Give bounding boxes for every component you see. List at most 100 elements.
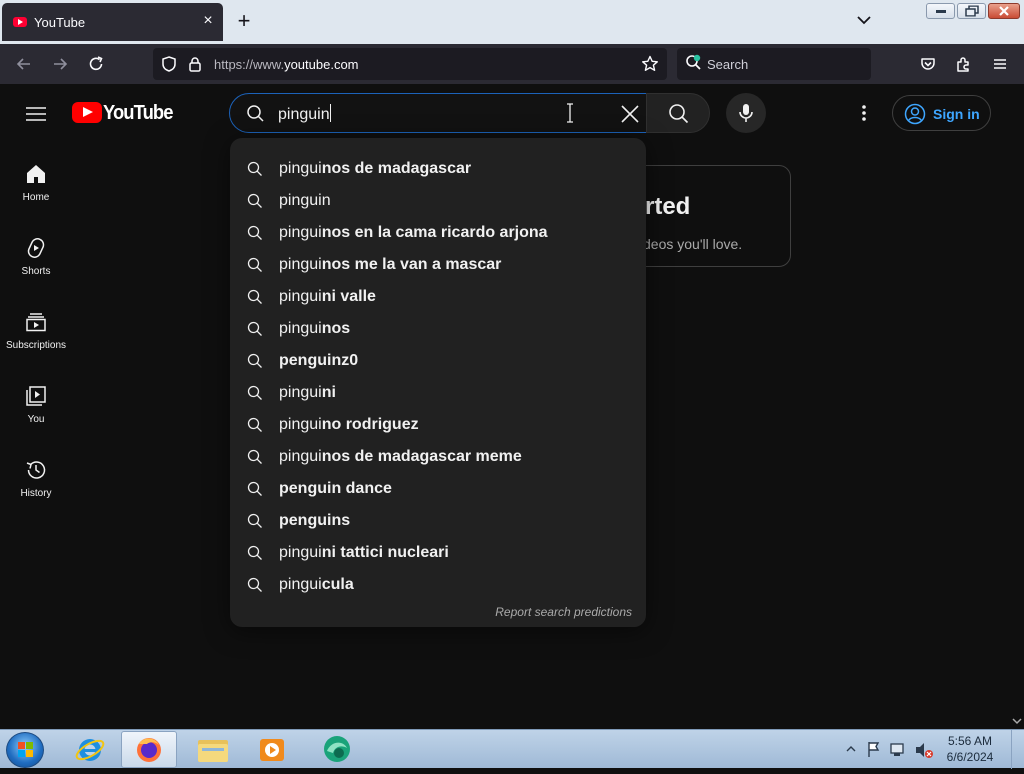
you-icon — [26, 386, 46, 406]
search-suggestion-item[interactable]: pinguini valle — [230, 281, 646, 313]
microphone-icon — [739, 104, 753, 122]
search-suggestion-item[interactable]: pinguini — [230, 377, 646, 409]
home-icon — [27, 165, 45, 183]
youtube-favicon-icon — [13, 17, 27, 27]
reload-icon[interactable] — [86, 54, 106, 74]
suggestion-text: pinguinos me la van a mascar — [279, 256, 502, 273]
window-restore-button[interactable] — [957, 3, 986, 19]
nav-item-history[interactable]: History — [0, 458, 72, 532]
search-suggestion-item[interactable]: pinguin — [230, 185, 646, 217]
suggestion-text: pinguinos de madagascar meme — [279, 448, 522, 465]
search-engine-icon — [684, 53, 704, 73]
nav-item-you[interactable]: You — [0, 384, 72, 458]
search-suggestions-dropdown: pinguinos de madagascar pinguin pinguinos … — [230, 138, 646, 627]
media-player-icon — [260, 739, 284, 761]
start-button[interactable] — [6, 732, 44, 768]
pocket-icon[interactable] — [918, 54, 938, 74]
window-close-button[interactable] — [988, 3, 1020, 19]
suggestion-text: pinguino rodriguez — [279, 416, 419, 433]
search-suggestion-item[interactable]: penguinz0 — [230, 345, 646, 377]
suggestion-text: penguins — [279, 512, 351, 529]
window-minimize-button[interactable] — [926, 3, 955, 19]
firefox-icon — [137, 738, 161, 762]
suggestion-text: pinguin — [279, 192, 331, 209]
search-icon — [669, 104, 689, 124]
search-suggestion-item[interactable]: pinguinos de madagascar meme — [230, 441, 646, 473]
search-icon — [247, 417, 262, 432]
clock-date: 6/6/2024 — [946, 750, 994, 764]
nav-label: You — [27, 414, 45, 425]
search-icon — [247, 289, 262, 304]
search-icon — [247, 193, 262, 208]
taskbar-clock[interactable]: 5:56 AM 6/6/2024 — [937, 733, 1003, 765]
nav-label: Subscriptions — [5, 340, 67, 351]
browser-tab-strip: YouTube × + — [0, 0, 1024, 44]
search-icon — [247, 161, 262, 176]
search-query-text: pinguin — [278, 104, 331, 123]
web-search-field[interactable]: Search — [677, 48, 871, 80]
search-input[interactable]: pinguin — [229, 93, 647, 133]
account-icon — [904, 103, 926, 125]
scrollbar-down-arrow[interactable] — [1010, 714, 1024, 728]
tab-close-icon[interactable]: × — [199, 12, 217, 30]
app-menu-icon[interactable] — [990, 54, 1010, 74]
web-search-placeholder: Search — [707, 57, 749, 72]
taskbar-media-player[interactable] — [245, 731, 301, 768]
search-suggestion-item[interactable]: pinguicula — [230, 569, 646, 601]
search-suggestion-item[interactable]: penguins — [230, 505, 646, 537]
settings-more-icon[interactable] — [852, 101, 876, 125]
nav-label: Home — [22, 192, 50, 203]
taskbar-firefox[interactable] — [121, 731, 177, 768]
tab-title: YouTube — [34, 15, 86, 30]
tracking-shield-icon[interactable] — [159, 54, 179, 74]
back-arrow-icon[interactable] — [14, 54, 34, 74]
suggestion-text: pinguinos en la cama ricardo arjona — [279, 224, 548, 241]
nav-label: History — [20, 488, 52, 499]
card-text: deos you'll love. — [643, 236, 743, 252]
search-suggestion-item[interactable]: penguin dance — [230, 473, 646, 505]
youtube-page: YouTube pinguin Sign in Home Shorts Subs… — [0, 84, 1024, 729]
search-icon — [247, 577, 262, 592]
list-all-tabs-chevron-icon[interactable] — [855, 11, 873, 29]
search-suggestion-item[interactable]: pinguinos en la cama ricardo arjona — [230, 217, 646, 249]
padlock-icon[interactable] — [185, 54, 205, 74]
search-button[interactable] — [646, 93, 710, 133]
browser-toolbar: https://www.youtube.com Search — [0, 44, 1024, 84]
nav-item-home[interactable]: Home — [0, 162, 72, 236]
search-suggestion-item[interactable]: pinguinos de madagascar — [230, 153, 646, 185]
suggestion-text: pinguicula — [279, 576, 354, 593]
clear-search-icon[interactable] — [618, 102, 642, 126]
address-bar[interactable]: https://www.youtube.com — [153, 48, 667, 80]
search-suggestion-item[interactable]: pinguini tattici nucleari — [230, 537, 646, 569]
sign-in-button[interactable]: Sign in — [892, 95, 991, 131]
search-icon — [247, 545, 262, 560]
forward-arrow-icon[interactable] — [50, 54, 70, 74]
search-suggestion-item[interactable]: pinguinos — [230, 313, 646, 345]
taskbar-internet-explorer[interactable] — [62, 731, 118, 768]
internet-explorer-icon — [75, 739, 105, 761]
search-suggestion-item[interactable]: pinguino rodriguez — [230, 409, 646, 441]
search-icon — [247, 321, 262, 336]
bookmark-star-icon[interactable] — [640, 54, 660, 74]
voice-search-button[interactable] — [726, 93, 766, 133]
browser-app-icon — [324, 736, 350, 762]
subscriptions-icon — [26, 313, 46, 332]
file-explorer-icon — [198, 740, 228, 762]
windows-taskbar: 5:56 AM 6/6/2024 — [0, 729, 1024, 769]
taskbar-browser-app[interactable] — [309, 731, 365, 768]
new-tab-button[interactable]: + — [233, 10, 255, 32]
search-icon — [247, 225, 262, 240]
search-icon — [247, 257, 262, 272]
url-text: https://www.youtube.com — [214, 57, 359, 72]
browser-tab[interactable]: YouTube × — [2, 3, 223, 41]
report-search-predictions-link[interactable]: Report search predictions — [495, 605, 632, 619]
taskbar-file-explorer[interactable] — [185, 731, 241, 768]
suggestion-text: pinguini — [279, 384, 336, 401]
extensions-icon[interactable] — [954, 54, 974, 74]
show-desktop-button[interactable] — [1011, 730, 1024, 769]
guide-menu-icon[interactable] — [22, 100, 50, 128]
search-suggestion-item[interactable]: pinguinos me la van a mascar — [230, 249, 646, 281]
nav-label: Shorts — [21, 266, 51, 277]
nav-item-subscriptions[interactable]: Subscriptions — [0, 310, 72, 384]
nav-item-shorts[interactable]: Shorts — [0, 236, 72, 310]
